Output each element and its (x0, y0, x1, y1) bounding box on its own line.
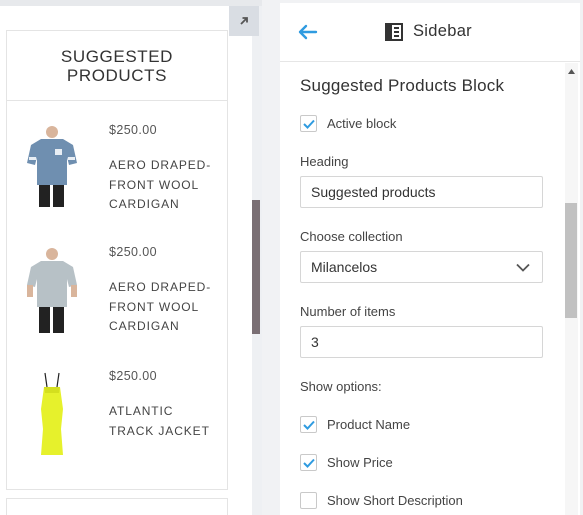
option-show-price-checkbox[interactable]: Show Price (300, 454, 393, 471)
option-short-description-checkbox[interactable]: Show Short Description (300, 492, 463, 509)
sidebar-header: Sidebar (280, 3, 580, 62)
active-block-label: Active block (327, 116, 397, 131)
product-name[interactable]: ATLANTIC TRACK JACKET (109, 402, 221, 441)
items-label: Number of items (300, 304, 396, 319)
product-price: $250.00 (109, 369, 157, 383)
product-name[interactable]: AERO DRAPED-FRONT WOOL CARDIGAN (109, 156, 221, 215)
layout-columns-icon (385, 22, 403, 41)
checkmark-icon (302, 119, 315, 129)
option-product-name-checkbox[interactable]: Product Name (300, 416, 410, 433)
show-options-label: Show options: (300, 379, 382, 394)
sidebar-scroll-thumb[interactable] (565, 203, 577, 318)
product-item[interactable]: $250.00 AERO DRAPED-FRONT WOOL CARDIGAN (7, 123, 227, 233)
product-image-yellow-dress[interactable] (19, 369, 83, 465)
block-title: SUGGESTED PRODUCTS (7, 31, 227, 101)
checkmark-icon (302, 458, 315, 468)
back-arrow-icon[interactable] (298, 24, 318, 40)
heading-label: Heading (300, 154, 349, 169)
collection-label: Choose collection (300, 229, 403, 244)
checkbox-box[interactable] (300, 115, 317, 132)
expand-button[interactable] (229, 6, 259, 36)
sidebar-title: Sidebar (385, 22, 472, 41)
preview-canvas: SUGGESTED PRODUCTS $250.00 AERO DRAPED-F… (0, 6, 252, 515)
product-name[interactable]: AERO DRAPED-FRONT WOOL CARDIGAN (109, 278, 221, 337)
collection-select[interactable]: Milancelos (300, 251, 543, 283)
product-price: $250.00 (109, 123, 157, 137)
product-item[interactable]: $250.00 ATLANTIC TRACK JACKET (7, 369, 227, 479)
settings-sidebar: Sidebar Suggested Products Block Active … (280, 3, 580, 515)
preview-pane: SUGGESTED PRODUCTS $250.00 AERO DRAPED-F… (0, 0, 262, 515)
option-label: Product Name (327, 417, 411, 432)
checkbox-box[interactable] (300, 492, 317, 509)
option-label: Show Short Description (327, 493, 463, 508)
heading-input[interactable]: Suggested products (300, 176, 543, 208)
preview-scrollbar[interactable] (252, 200, 260, 334)
option-label: Show Price (327, 455, 393, 470)
suggested-products-block: SUGGESTED PRODUCTS $250.00 AERO DRAPED-F… (6, 30, 228, 490)
product-price: $250.00 (109, 245, 157, 259)
collection-value: Milancelos (311, 259, 378, 275)
sidebar-title-text: Sidebar (413, 22, 472, 40)
expand-arrow-icon (240, 17, 248, 25)
next-block (6, 498, 228, 515)
product-image-blue-tshirt[interactable] (19, 123, 83, 219)
checkbox-box[interactable] (300, 416, 317, 433)
section-title: Suggested Products Block (300, 76, 505, 95)
chevron-down-icon (516, 263, 530, 272)
number-of-items-input[interactable]: 3 (300, 326, 543, 358)
checkmark-icon (302, 420, 315, 430)
product-image-grey-tshirt[interactable] (19, 245, 83, 341)
checkbox-box[interactable] (300, 454, 317, 471)
scroll-up-arrow-icon[interactable] (568, 69, 575, 74)
active-block-checkbox[interactable]: Active block (300, 115, 396, 132)
product-item[interactable]: $250.00 AERO DRAPED-FRONT WOOL CARDIGAN (7, 245, 227, 355)
page: SUGGESTED PRODUCTS $250.00 AERO DRAPED-F… (0, 0, 583, 515)
